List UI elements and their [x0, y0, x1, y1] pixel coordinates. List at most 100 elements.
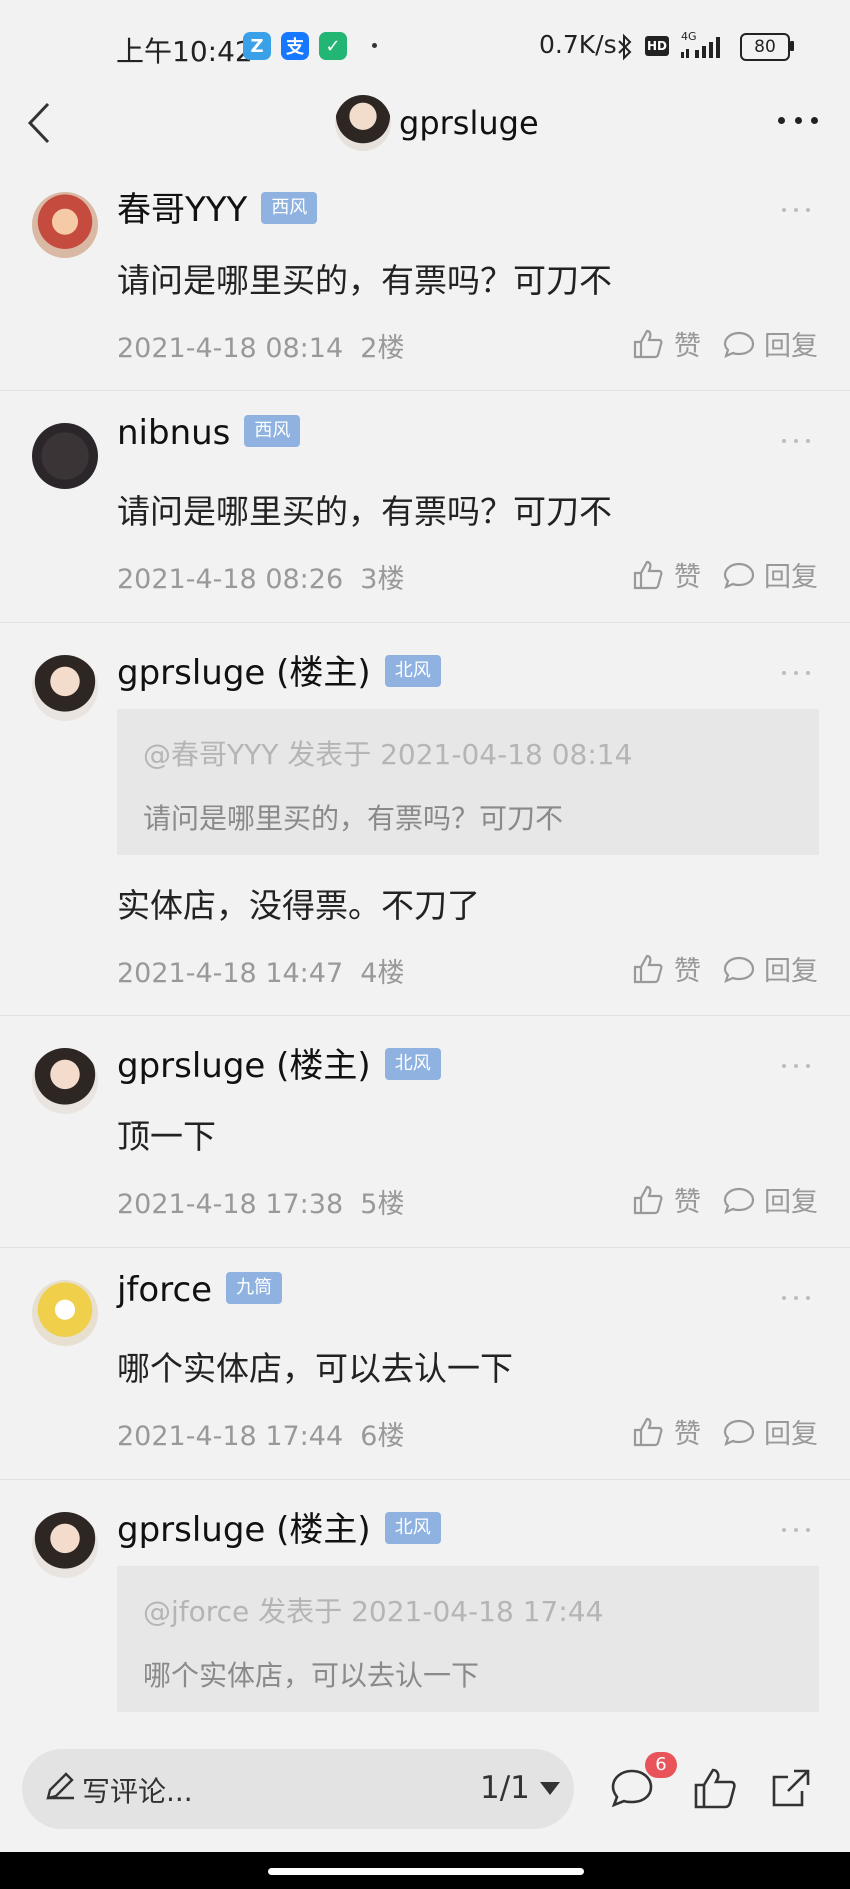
like-button[interactable]: 赞	[632, 1180, 701, 1219]
quote-block[interactable]: @春哥YYY 发表于 2021-04-18 08:14 请问是哪里买的，有票吗？…	[117, 709, 819, 855]
more-options-icon[interactable]	[778, 117, 818, 125]
post-date: 2021-4-18 17:44	[117, 1421, 344, 1452]
avatar[interactable]	[32, 655, 98, 721]
reply-label: 回复	[764, 956, 818, 987]
list-item: gprsluge (楼主) 北风 顶一下 2021-4-18 17:38 5楼 赞…	[0, 1016, 850, 1248]
bluetooth-icon	[618, 33, 632, 61]
like-button[interactable]: 赞	[632, 949, 701, 988]
post-more-icon[interactable]	[782, 1296, 810, 1302]
floor-number: 2楼	[360, 333, 405, 364]
comment-bubble-icon	[723, 1187, 755, 1214]
list-item: 春哥YYY 西风 请问是哪里买的，有票吗？可刀不 2021-4-18 08:14 …	[0, 180, 850, 391]
like-button[interactable]: 赞	[632, 324, 701, 363]
quote-text: 请问是哪里买的，有票吗？可刀不	[143, 802, 564, 835]
quote-block[interactable]: @jforce 发表于 2021-04-18 17:44 哪个实体店，可以去认一…	[117, 1566, 819, 1712]
reply-label: 回复	[764, 331, 818, 362]
avatar[interactable]	[32, 423, 98, 489]
comment-bubble-icon	[723, 1419, 755, 1446]
post-more-icon[interactable]	[782, 439, 810, 445]
level-badge: 北风	[384, 1511, 441, 1544]
level-badge: 北风	[384, 1047, 441, 1080]
level-badge: 九筒	[226, 1271, 283, 1304]
like-button[interactable]: 赞	[632, 555, 701, 594]
battery-icon: 80	[740, 33, 790, 61]
like-label: 赞	[674, 1187, 701, 1218]
reply-label: 回复	[764, 562, 818, 593]
post-date: 2021-4-18 08:14	[117, 333, 344, 364]
username[interactable]: gprsluge (楼主)	[117, 1046, 371, 1086]
reply-button[interactable]: 回复	[722, 949, 818, 988]
post-content: 实体店，没得票。不刀了	[117, 886, 480, 925]
page-indicator[interactable]: 1/1	[480, 1770, 530, 1806]
username[interactable]: nibnus	[117, 413, 230, 453]
app-z-icon: Z	[243, 32, 271, 60]
post-date: 2021-4-18 14:47	[117, 958, 344, 989]
post-content: 顶一下	[117, 1117, 216, 1156]
comment-bubble-icon	[723, 956, 755, 983]
thumbs-up-icon	[633, 329, 663, 358]
list-item: nibnus 西风 请问是哪里买的，有票吗？可刀不 2021-4-18 08:26…	[0, 391, 850, 623]
reply-button[interactable]: 回复	[722, 324, 818, 363]
post-more-icon[interactable]	[782, 671, 810, 677]
username[interactable]: 春哥YYY	[117, 190, 247, 230]
pencil-icon	[46, 1772, 74, 1800]
shield-app-icon: ✓	[319, 32, 347, 60]
list-item: gprsluge (楼主) 北风 @jforce 发表于 2021-04-18 1…	[0, 1480, 850, 1730]
post-content: 请问是哪里买的，有票吗？可刀不	[117, 261, 612, 300]
like-label: 赞	[674, 1419, 701, 1450]
post-date: 2021-4-18 08:26	[117, 564, 344, 595]
thumbs-up-icon[interactable]	[692, 1765, 738, 1811]
status-bar: 上午10:42 Z 支 ✓ 0.7K/s HD 4G 80	[0, 0, 850, 96]
floor-number: 3楼	[360, 564, 405, 595]
thumbs-up-icon	[633, 560, 663, 589]
share-icon[interactable]	[768, 1765, 814, 1811]
post-more-icon[interactable]	[782, 1064, 810, 1070]
comment-bubble-icon	[723, 331, 755, 358]
list-item: jforce 九筒 哪个实体店，可以去认一下 2021-4-18 17:44 6楼…	[0, 1248, 850, 1480]
comment-bubble-icon	[723, 562, 755, 589]
like-button[interactable]: 赞	[632, 1412, 701, 1451]
reply-button[interactable]: 回复	[722, 1180, 818, 1219]
avatar[interactable]	[32, 192, 98, 258]
list-item: gprsluge (楼主) 北风 @春哥YYY 发表于 2021-04-18 08…	[0, 623, 850, 1016]
quote-header: @jforce 发表于 2021-04-18 17:44	[143, 1595, 604, 1628]
username[interactable]: gprsluge (楼主)	[117, 653, 371, 693]
reply-button[interactable]: 回复	[722, 1412, 818, 1451]
reply-label: 回复	[764, 1187, 818, 1218]
post-content: 请问是哪里买的，有票吗？可刀不	[117, 492, 612, 531]
thumbs-up-icon	[633, 1185, 663, 1214]
status-time: 上午10:42	[116, 35, 253, 68]
username[interactable]: jforce	[117, 1270, 212, 1310]
hd-icon: HD	[645, 36, 669, 56]
level-badge: 北风	[384, 654, 441, 687]
network-speed: 0.7K/s	[539, 30, 617, 59]
post-content: 哪个实体店，可以去认一下	[117, 1349, 513, 1388]
level-badge: 西风	[244, 414, 301, 447]
avatar[interactable]	[32, 1280, 98, 1346]
back-icon[interactable]	[20, 100, 60, 146]
thumbs-up-icon	[633, 1417, 663, 1446]
level-badge: 西风	[261, 191, 318, 224]
avatar[interactable]	[335, 95, 391, 151]
comment-placeholder[interactable]: 写评论...	[82, 1770, 193, 1810]
floor-number: 6楼	[360, 1421, 405, 1452]
avatar[interactable]	[32, 1512, 98, 1578]
reply-button[interactable]: 回复	[722, 555, 818, 594]
alipay-icon: 支	[281, 32, 309, 60]
avatar[interactable]	[32, 1048, 98, 1114]
like-label: 赞	[674, 562, 701, 593]
like-label: 赞	[674, 956, 701, 987]
post-more-icon[interactable]	[782, 1528, 810, 1534]
floor-number: 4楼	[360, 958, 405, 989]
thumbs-up-icon	[633, 954, 663, 983]
username[interactable]: gprsluge (楼主)	[117, 1510, 371, 1550]
like-label: 赞	[674, 331, 701, 362]
post-more-icon[interactable]	[782, 208, 810, 214]
home-indicator[interactable]	[268, 1868, 584, 1875]
battery-tip	[790, 41, 794, 51]
reply-label: 回复	[764, 1419, 818, 1450]
quote-header: @春哥YYY 发表于 2021-04-18 08:14	[143, 738, 633, 771]
post-date: 2021-4-18 17:38	[117, 1189, 344, 1220]
quote-text: 哪个实体店，可以去认一下	[143, 1659, 480, 1692]
chevron-down-icon[interactable]	[540, 1782, 560, 1795]
